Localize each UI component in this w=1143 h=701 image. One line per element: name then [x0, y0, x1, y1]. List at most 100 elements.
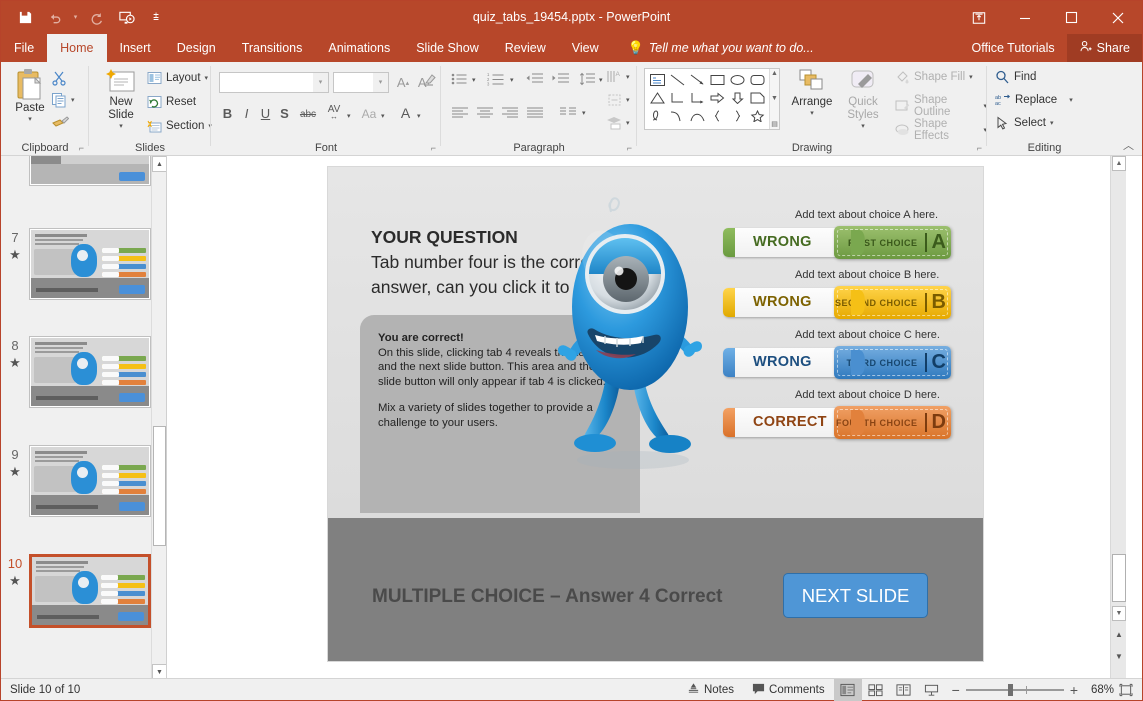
tab-transitions[interactable]: Transitions: [229, 34, 316, 62]
copy-button[interactable]: ▾: [51, 92, 75, 108]
thumbnail-frame-selected[interactable]: [29, 554, 151, 628]
zoom-percentage[interactable]: 68%: [1084, 684, 1114, 696]
shape-effects-button[interactable]: Shape Effects ▾: [895, 118, 987, 142]
scroll-down-icon[interactable]: ▼: [1112, 606, 1126, 621]
ribbon-display-options-icon[interactable]: [956, 1, 1002, 34]
tell-me-search[interactable]: 💡 Tell me what you want to do...: [612, 34, 824, 62]
shape-line-icon[interactable]: [667, 71, 687, 89]
thumbnail-scrollbar[interactable]: ▲ ▼: [151, 156, 166, 680]
thumbnail-scroll-thumb[interactable]: [153, 426, 166, 546]
choice-item-c[interactable]: Add text about choice C here. WRONG THIR…: [723, 329, 963, 389]
clipboard-dialog-launcher[interactable]: ⌐: [79, 143, 84, 153]
thumbnail-frame[interactable]: [29, 336, 151, 408]
increase-indent-button[interactable]: [549, 70, 571, 88]
start-presentation-icon[interactable]: [112, 5, 140, 31]
chevron-down-icon[interactable]: ▾: [1050, 119, 1054, 127]
reading-view-button[interactable]: [890, 679, 918, 701]
shape-right-brace-icon[interactable]: [727, 107, 747, 125]
chevron-down-icon[interactable]: ▾: [861, 122, 865, 130]
thumbnail-slide-10[interactable]: 10 ★: [1, 554, 166, 628]
layout-button[interactable]: Layout ▾: [147, 71, 208, 85]
underline-button[interactable]: U: [257, 104, 274, 122]
paste-button[interactable]: Paste ▾: [7, 68, 53, 123]
save-icon[interactable]: [11, 5, 39, 31]
convert-to-smartart-button[interactable]: [604, 113, 624, 133]
drawing-dialog-launcher[interactable]: ⌐: [977, 143, 982, 153]
undo-icon[interactable]: [41, 5, 69, 31]
arrange-button[interactable]: Arrange ▾: [787, 68, 837, 117]
chevron-down-icon[interactable]: ▾: [582, 109, 586, 117]
previous-slide-icon[interactable]: ▲: [1112, 626, 1126, 642]
shape-oval-icon[interactable]: [727, 71, 747, 89]
bullets-button[interactable]: [449, 70, 469, 88]
thumbnail-slide-7[interactable]: 7 ★: [1, 228, 166, 300]
chevron-down-icon[interactable]: ▾: [626, 119, 630, 127]
paragraph-dialog-launcher[interactable]: ⌐: [627, 143, 632, 153]
align-right-button[interactable]: [499, 104, 521, 120]
thumbnail-frame[interactable]: [29, 156, 151, 186]
justify-button[interactable]: [524, 104, 546, 120]
scroll-up-icon[interactable]: ▲: [771, 70, 778, 77]
shape-outline-button[interactable]: Shape Outline ▾: [895, 94, 987, 118]
select-button[interactable]: Select ▾: [995, 116, 1053, 130]
replace-button[interactable]: ab ac Replace ▾: [995, 93, 1073, 107]
vertical-scroll-thumb[interactable]: [1112, 554, 1126, 602]
decrease-indent-button[interactable]: [523, 70, 545, 88]
restore-icon[interactable]: [1048, 1, 1094, 34]
shape-textbox-icon[interactable]: [647, 71, 667, 89]
chevron-down-icon[interactable]: ▾: [510, 76, 514, 84]
thumbnail-frame[interactable]: [29, 445, 151, 517]
choice-tab-row[interactable]: WRONG THIRD CHOICE C: [723, 346, 951, 379]
redo-icon[interactable]: [82, 5, 110, 31]
reset-button[interactable]: Reset: [147, 95, 196, 109]
tab-slide-show[interactable]: Slide Show: [403, 34, 492, 62]
numbering-button[interactable]: 123: [485, 70, 507, 88]
tab-view[interactable]: View: [559, 34, 612, 62]
thumbnail-slide-6[interactable]: 6: [1, 156, 166, 186]
choice-tab-row[interactable]: WRONG SECOND CHOICE B: [723, 286, 951, 319]
increase-font-size-button[interactable]: A ▴: [393, 72, 413, 93]
tab-design[interactable]: Design: [164, 34, 229, 62]
align-left-button[interactable]: [449, 104, 471, 120]
choice-item-b[interactable]: Add text about choice B here. WRONG SECO…: [723, 269, 963, 329]
zoom-slider-handle[interactable]: [1007, 683, 1013, 696]
shapes-gallery-scrollbar[interactable]: ▲ ▼ ▤: [769, 69, 779, 129]
minimize-icon[interactable]: [1002, 1, 1048, 34]
shape-rectangle-icon[interactable]: [707, 71, 727, 89]
tab-file[interactable]: File: [1, 34, 48, 62]
shape-arc-icon[interactable]: [687, 107, 707, 125]
zoom-out-button[interactable]: −: [952, 682, 960, 698]
shape-rounded-rectangle-icon[interactable]: [747, 71, 767, 89]
chevron-down-icon[interactable]: ▾: [810, 109, 814, 117]
font-name-combobox[interactable]: ▾: [219, 72, 329, 93]
chevron-down-icon[interactable]: ▾: [1069, 96, 1073, 104]
shape-curve-icon[interactable]: [667, 107, 687, 125]
align-center-button[interactable]: [474, 104, 496, 120]
clear-formatting-button[interactable]: [417, 71, 439, 93]
fit-slide-to-window-button[interactable]: [1114, 679, 1138, 701]
zoom-control[interactable]: − +: [946, 682, 1084, 698]
text-shadow-button[interactable]: S: [276, 104, 293, 122]
scroll-up-icon[interactable]: ▲: [1112, 156, 1126, 171]
next-slide-button[interactable]: NEXT SLIDE: [783, 573, 928, 618]
shape-left-brace-icon[interactable]: [707, 107, 727, 125]
slide-thumbnail-pane[interactable]: 6 7 ★: [1, 156, 167, 680]
account-name[interactable]: Office Tutorials: [960, 34, 1067, 62]
share-button[interactable]: Share: [1066, 34, 1142, 62]
chevron-down-icon[interactable]: ▾: [626, 73, 630, 81]
align-text-button[interactable]: [604, 90, 624, 110]
bold-button[interactable]: B: [219, 104, 236, 122]
new-slide-button[interactable]: New Slide ▾: [97, 68, 145, 130]
slide-sorter-button[interactable]: [862, 679, 890, 701]
shape-triangle-icon[interactable]: [647, 89, 667, 107]
change-case-button[interactable]: Aa: [359, 105, 379, 122]
chevron-down-icon[interactable]: ▾: [381, 112, 385, 120]
columns-button[interactable]: [557, 104, 579, 120]
text-direction-button[interactable]: A: [604, 67, 624, 87]
character-spacing-button[interactable]: AV ↔: [323, 103, 345, 122]
tab-insert[interactable]: Insert: [107, 34, 164, 62]
normal-view-button[interactable]: [833, 678, 862, 701]
strikethrough-button[interactable]: abc: [297, 106, 319, 122]
shape-fill-button[interactable]: Shape Fill ▾: [895, 70, 973, 84]
shapes-more-icon[interactable]: ▤: [771, 120, 778, 128]
